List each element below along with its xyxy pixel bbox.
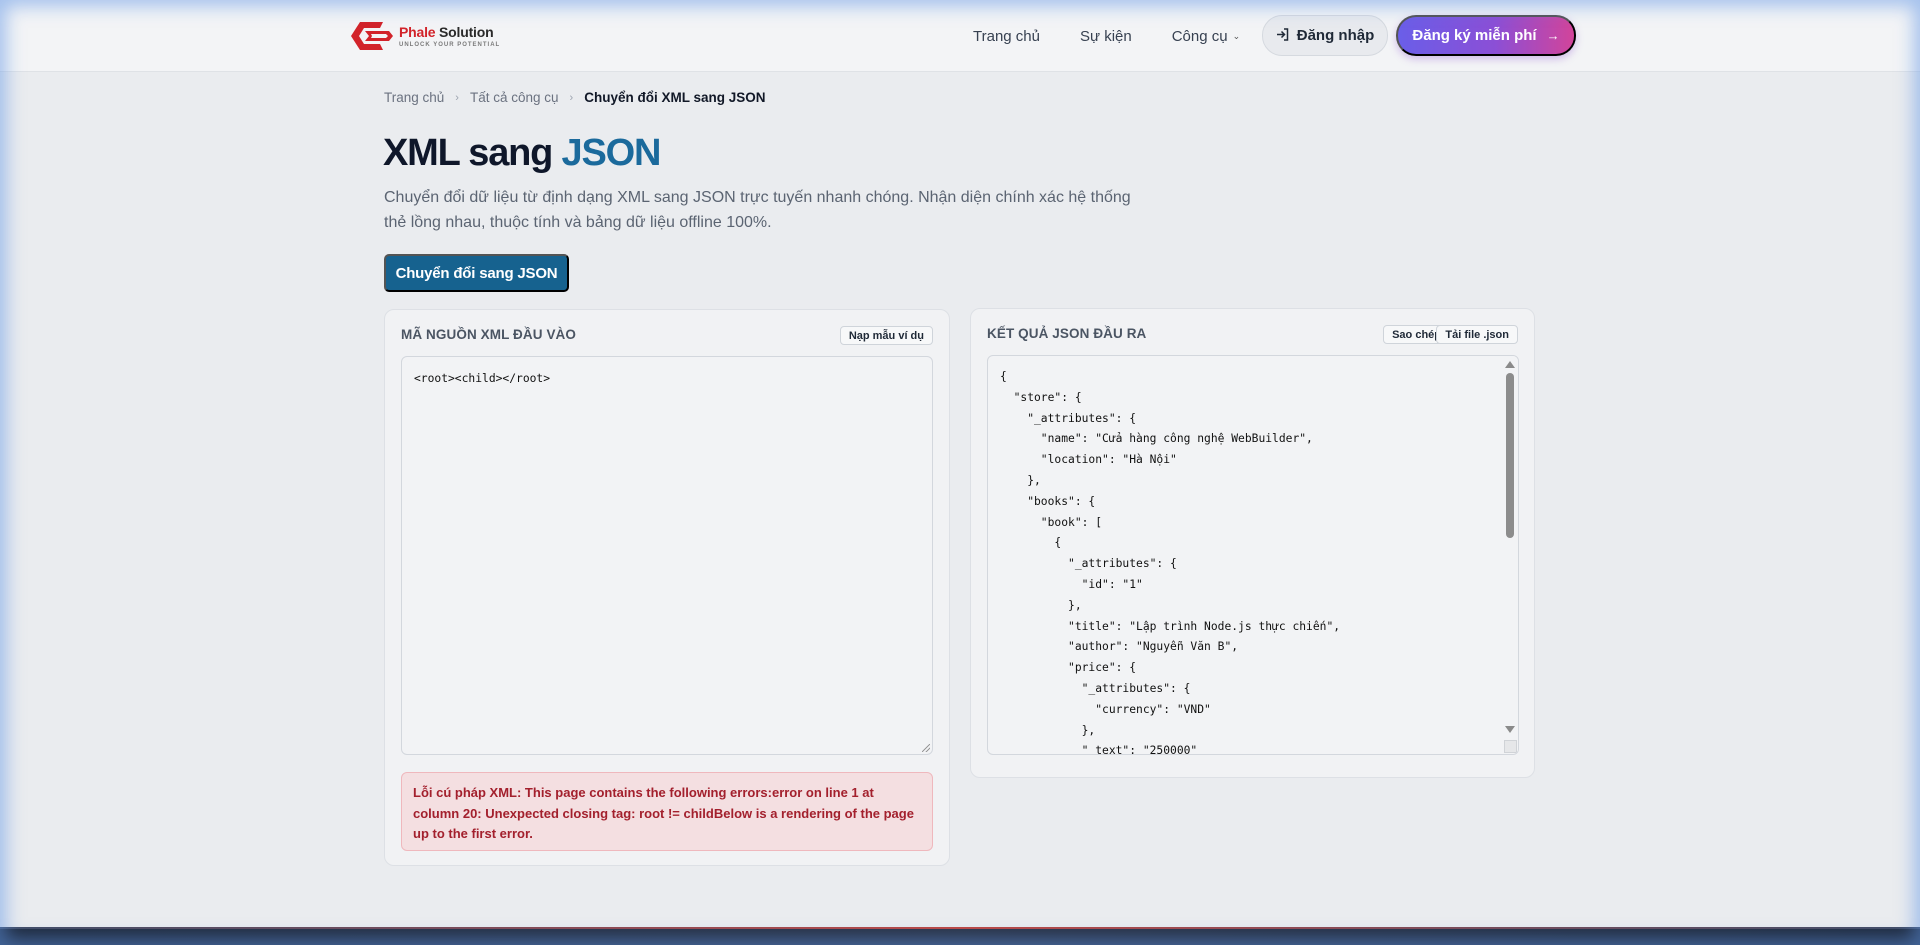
vertical-scrollbar[interactable] (1502, 356, 1518, 754)
json-line: { (1000, 370, 1007, 383)
signup-button[interactable]: Đăng ký miễn phí → (1396, 15, 1576, 56)
resize-handle-icon[interactable] (1504, 740, 1517, 753)
json-line: "name": "Cửa hàng công nghệ WebBuilder", (1000, 432, 1313, 446)
json-line: "_attributes": { (1000, 411, 1137, 425)
brand-logo[interactable]: Phale Solution UNLOCK YOUR POTENTIAL (349, 20, 500, 52)
xml-input-textarea[interactable]: <root><child></root> (401, 356, 933, 755)
json-line: { (1000, 536, 1062, 550)
screen-edge-glow (0, 0, 1920, 945)
json-line: "location": "Hà Nội" (1000, 453, 1177, 467)
nav-item-tools[interactable]: Công cụ ⌄ (1172, 28, 1240, 45)
xml-input-value: <root><child></root> (414, 372, 551, 385)
json-output-textarea[interactable]: { "store": { "_attributes": { "name": "C… (987, 355, 1519, 755)
xml-input-title: Mã nguồn XML đầu vào (401, 327, 577, 342)
resize-handle-icon[interactable] (922, 744, 930, 752)
nav-item-tools-label: Công cụ (1171, 27, 1228, 45)
json-line: }, (1000, 473, 1041, 487)
page-title-main: XML sang (383, 132, 562, 174)
site-header: Phale Solution UNLOCK YOUR POTENTIAL Tra… (0, 0, 1920, 72)
page-description: Chuyển đổi dữ liệu từ định dạng XML sang… (384, 189, 1131, 231)
scroll-up-icon[interactable] (1505, 361, 1515, 368)
json-line: "title": "Lập trình Node.js thực chiến", (1000, 619, 1341, 633)
logo-mark-icon (349, 20, 395, 52)
json-output-content: { "store": { "_attributes": { "name": "C… (1000, 367, 1341, 755)
json-line: "author": "Nguyễn Văn B", (1000, 640, 1239, 654)
breadcrumb: Trang chủ › Tất cả công cụ › Chuyển đổi … (384, 90, 765, 105)
signup-label: Đăng ký miễn phí (1412, 27, 1537, 44)
json-line: "_text": "250000" (1000, 744, 1198, 755)
chevron-down-icon: ⌄ (1232, 30, 1241, 41)
json-line: "book": [ (1000, 515, 1103, 529)
login-button[interactable]: Đăng nhập (1262, 15, 1388, 56)
download-json-button[interactable]: Tải file .json (1436, 325, 1518, 344)
chevron-right-icon: › (455, 91, 459, 104)
xml-input-card: Mã nguồn XML đầu vào Nạp mẫu ví dụ <root… (384, 309, 950, 866)
nav-item-home[interactable]: Trang chủ (973, 28, 1040, 45)
brand-name: Phale Solution (399, 23, 494, 40)
convert-button[interactable]: Chuyển đổi sang JSON (384, 254, 569, 292)
json-line: }, (1000, 723, 1096, 737)
page-title-accent: JSON (561, 132, 662, 174)
arrow-right-icon: → (1546, 28, 1560, 43)
login-label: Đăng nhập (1296, 27, 1375, 44)
brand-tagline: UNLOCK YOUR POTENTIAL (399, 41, 501, 48)
scrollbar-thumb[interactable] (1506, 373, 1514, 538)
scroll-down-icon[interactable] (1505, 726, 1515, 733)
json-output-card: Kết quả JSON đầu ra Sao chép Tải file .j… (970, 308, 1535, 778)
json-line: "books": { (1000, 494, 1096, 508)
breadcrumb-home[interactable]: Trang chủ (384, 90, 444, 105)
json-line: "price": { (1000, 661, 1137, 675)
load-sample-button[interactable]: Nạp mẫu ví dụ (839, 326, 933, 345)
json-line: "store": { (1000, 390, 1082, 404)
main-nav: Trang chủ Sự kiện Công cụ ⌄ (973, 0, 1280, 72)
json-output-title: Kết quả JSON đầu ra (987, 326, 1147, 341)
page-title: XML sang JSON (383, 132, 662, 175)
chevron-right-icon: › (569, 91, 574, 104)
breadcrumb-all-tools[interactable]: Tất cả công cụ (470, 90, 559, 105)
xml-error-message: Lỗi cú pháp XML: This page contains the … (413, 785, 914, 841)
breadcrumb-current: Chuyển đổi XML sang JSON (584, 90, 766, 105)
nav-item-events[interactable]: Sự kiện (1080, 28, 1132, 45)
json-line: "_attributes": { (1000, 557, 1177, 571)
footer-strip (0, 927, 1920, 945)
json-line: }, (1000, 598, 1082, 612)
json-line: "_attributes": { (1000, 681, 1191, 695)
json-line: "id": "1" (1000, 577, 1143, 591)
xml-error-alert: Lỗi cú pháp XML: This page contains the … (401, 772, 933, 851)
login-icon (1276, 27, 1289, 44)
json-line: "currency": "VND" (1000, 702, 1211, 716)
